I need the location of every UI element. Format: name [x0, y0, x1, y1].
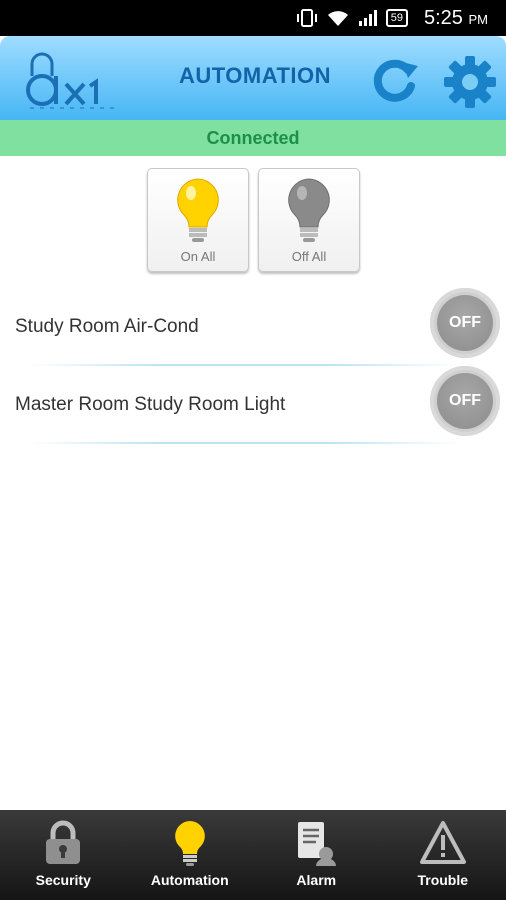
- device-name: Study Room Air-Cond: [15, 316, 199, 337]
- connection-status-text: Connected: [206, 128, 300, 148]
- nav-automation[interactable]: Automation: [127, 810, 254, 900]
- device-toggle-state: OFF: [437, 373, 493, 429]
- device-toggle-button[interactable]: OFF: [430, 366, 500, 436]
- nav-trouble[interactable]: Trouble: [380, 810, 506, 900]
- device-toggle-button[interactable]: OFF: [430, 288, 500, 358]
- divider: [30, 442, 460, 444]
- device-row: Study Room Air-Cond OFF: [0, 288, 506, 366]
- on-all-button[interactable]: On All: [147, 168, 249, 272]
- off-all-button[interactable]: Off All: [258, 168, 360, 272]
- status-icons: 59 5:25 PM: [296, 0, 488, 36]
- nav-alarm[interactable]: Alarm: [253, 810, 380, 900]
- app-header: AUTOMATION: [0, 36, 506, 120]
- refresh-icon[interactable]: [368, 56, 420, 108]
- status-bar: 59 5:25 PM: [0, 0, 506, 36]
- nav-security[interactable]: Security: [0, 810, 127, 900]
- wifi-icon: [327, 11, 348, 26]
- nav-label: Trouble: [417, 872, 469, 888]
- nav-label: Security: [35, 872, 91, 888]
- bottom-nav: Security Automation Alarm Trouble: [0, 810, 506, 900]
- connection-status-bar: Connected: [0, 120, 506, 156]
- vibrate-icon: [296, 9, 317, 27]
- warning-icon: [419, 821, 466, 864]
- ax1-logo: [26, 52, 114, 109]
- clock-time: 5:25: [424, 6, 463, 29]
- nav-label: Alarm: [296, 872, 337, 888]
- off-all-label: Off All: [291, 249, 327, 264]
- device-toggle-state: OFF: [437, 295, 493, 351]
- clock-ampm: PM: [468, 11, 489, 27]
- signal-icon: [358, 10, 377, 26]
- padlock-icon: [46, 820, 81, 864]
- page-title: AUTOMATION: [178, 63, 332, 88]
- on-all-label: On All: [180, 249, 216, 264]
- clock: 5:25 PM: [424, 7, 488, 30]
- lightbulb-icon: [174, 821, 205, 866]
- device-name: Master Room Study Room Light: [15, 394, 286, 415]
- lightbulb-off-icon: [288, 178, 330, 242]
- device-row: Master Room Study Room Light OFF: [0, 366, 506, 444]
- lightbulb-on-icon: [177, 178, 219, 242]
- settings-gear-icon[interactable]: [442, 54, 498, 110]
- nav-label: Automation: [150, 872, 229, 888]
- battery-icon: 59: [385, 9, 408, 27]
- alarm-log-icon: [298, 822, 337, 866]
